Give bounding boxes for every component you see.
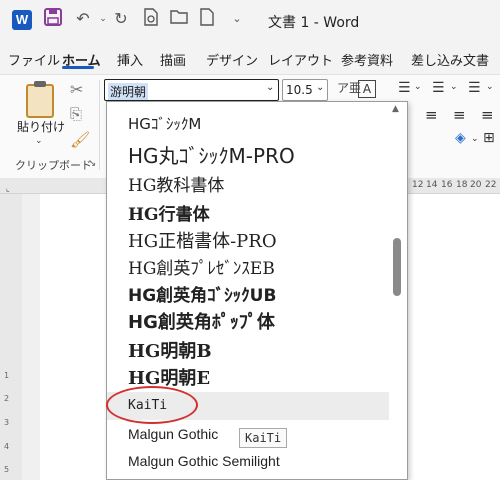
tab-layout[interactable]: レイアウト	[268, 50, 333, 69]
font-name-value[interactable]: 游明朝	[108, 83, 149, 100]
vruler-number: 1	[4, 371, 10, 380]
multilevel-list-icon[interactable]: ☰	[468, 80, 481, 96]
font-option-hg-maru-gothic[interactable]: HG丸ｺﾞｼｯｸM-PRO	[128, 140, 295, 169]
tab-stop-selector-icon[interactable]: ⌞	[6, 184, 10, 193]
ruler-number: 12	[412, 180, 424, 190]
align-center-icon[interactable]: ≡	[453, 106, 466, 124]
font-option-hg-soei-presence[interactable]: HG創英ﾌﾟﾚｾﾞﾝｽEB	[128, 254, 275, 279]
cut-icon[interactable]: ✂	[70, 80, 83, 99]
ruler-number: 14	[426, 180, 438, 190]
chevron-down-icon[interactable]: ⌄	[471, 134, 479, 144]
chevron-down-icon[interactable]: ⌄	[414, 82, 422, 92]
chevron-down-icon[interactable]: ⌄	[266, 82, 274, 93]
document-title: 文書 1 - Word	[268, 15, 360, 31]
tab-file[interactable]: ファイル	[8, 50, 60, 69]
highlight-ellipse	[106, 386, 198, 424]
chevron-down-icon[interactable]: ⌄	[486, 82, 494, 92]
clipboard-launcher-icon[interactable]: ↘	[88, 158, 96, 169]
undo-icon[interactable]: ↶	[72, 8, 94, 30]
tab-draw[interactable]: 描画	[160, 50, 186, 69]
group-divider	[99, 80, 100, 170]
tab-design[interactable]: デザイン	[206, 50, 258, 69]
tab-mailings[interactable]: 差し込み文書	[411, 50, 489, 69]
ruler-number: 20	[470, 180, 482, 190]
scroll-up-icon[interactable]: ▲	[392, 104, 399, 114]
font-option-malgun-gothic-semilight[interactable]: Malgun Gothic Semilight	[128, 453, 280, 469]
font-option-malgun-gothic[interactable]: Malgun Gothic	[128, 426, 218, 442]
vruler-number: 5	[4, 465, 10, 474]
format-painter-icon[interactable]: 🖌	[70, 130, 90, 149]
vertical-ruler	[0, 194, 22, 480]
chevron-down-icon[interactable]: ⌄	[316, 82, 324, 93]
copy-icon[interactable]: ⎘	[70, 105, 82, 123]
save-icon[interactable]	[42, 8, 64, 30]
align-right-icon[interactable]: ≡	[481, 106, 494, 124]
character-border-icon[interactable]: A	[358, 80, 376, 98]
ruler-number: 18	[456, 180, 468, 190]
font-option-hg-kyokasho[interactable]: HG教科書体	[128, 171, 224, 196]
active-tab-indicator	[62, 66, 94, 69]
new-document-icon[interactable]	[196, 8, 218, 30]
numbering-icon[interactable]: ☰	[432, 80, 445, 96]
font-tooltip: KaiTi	[239, 428, 288, 448]
clipboard-group-label: クリップボード	[15, 159, 92, 172]
open-folder-icon[interactable]	[168, 8, 190, 30]
vruler-number: 2	[4, 394, 10, 403]
borders-icon[interactable]: ⊞	[483, 130, 495, 146]
font-option-hg-soei-kaku-pop[interactable]: HG創英角ﾎﾟｯﾌﾟ体	[128, 308, 275, 334]
font-size-value[interactable]: 10.5	[286, 83, 313, 97]
vruler-number: 4	[4, 442, 10, 451]
tab-references[interactable]: 参考資料	[341, 50, 393, 69]
bullets-icon[interactable]: ☰	[398, 80, 411, 96]
paste-label[interactable]: 貼り付け	[17, 118, 65, 135]
align-left-icon[interactable]: ≡	[425, 106, 438, 124]
customize-toolbar-icon[interactable]: ⌄	[226, 8, 248, 30]
ruler-number: 16	[441, 180, 453, 190]
paste-chevron-icon[interactable]: ⌄	[35, 136, 43, 146]
ruler-number: 22	[485, 180, 497, 190]
word-logo-icon: W	[12, 10, 32, 30]
font-option-hg-mincho-b[interactable]: HG明朝B	[128, 337, 212, 363]
vruler-number: 3	[4, 418, 10, 427]
print-preview-icon[interactable]	[140, 8, 162, 30]
chevron-down-icon[interactable]: ⌄	[450, 82, 458, 92]
tab-insert[interactable]: 挿入	[117, 50, 143, 69]
redo-icon[interactable]: ↻	[110, 8, 132, 30]
shading-icon[interactable]: ◈	[455, 130, 466, 146]
font-option-hg-gothic-m[interactable]: HGｺﾞｼｯｸM	[128, 113, 201, 134]
scroll-thumb[interactable]	[393, 238, 401, 296]
font-option-hg-soei-kaku-gothic[interactable]: HG創英角ｺﾞｼｯｸUB	[128, 281, 276, 306]
font-option-hg-seikaisho[interactable]: HG正楷書体-PRO	[128, 227, 277, 253]
paste-clipboard-icon[interactable]	[26, 81, 54, 118]
font-option-hg-gyosho[interactable]: HG行書体	[128, 200, 210, 225]
